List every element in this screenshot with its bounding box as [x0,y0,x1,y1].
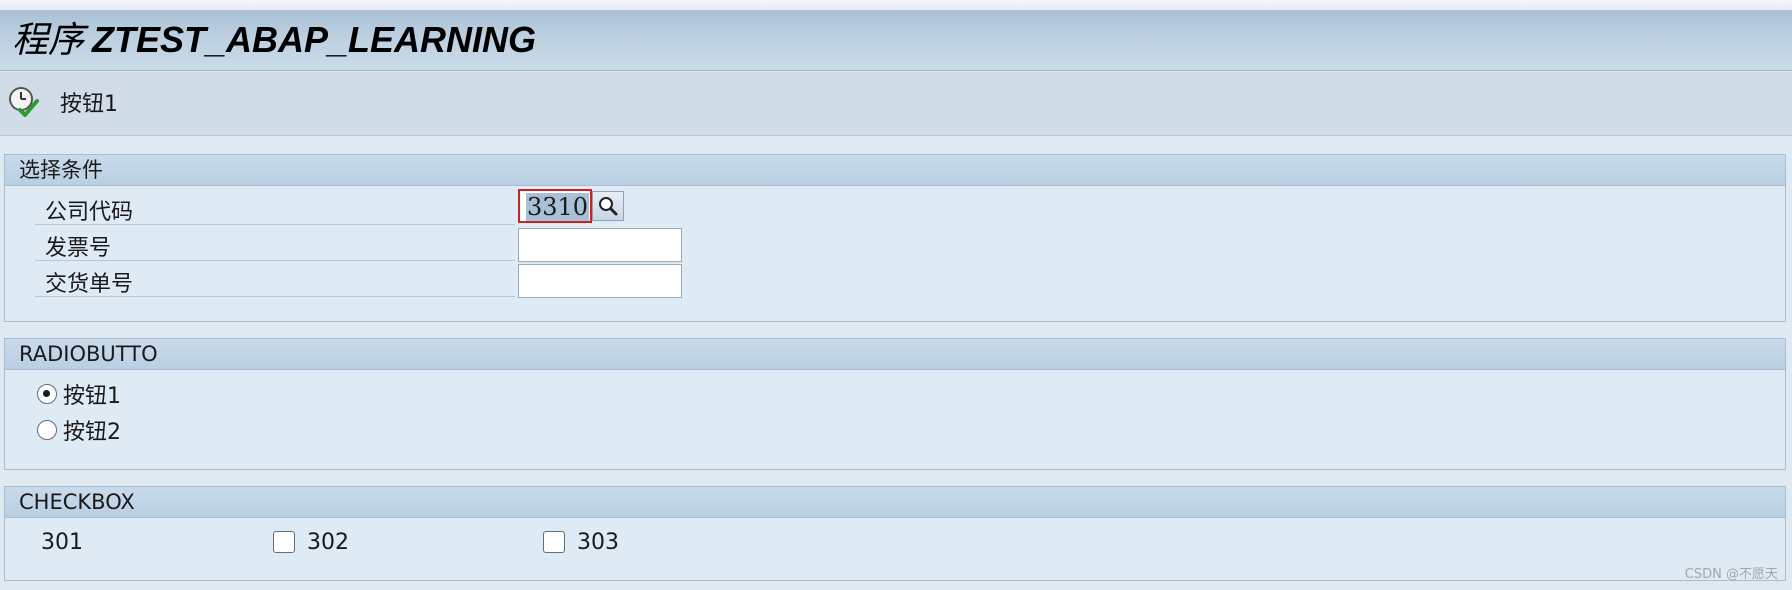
title-bar: 程序 ZTEST_ABAP_LEARNING [0,10,1792,71]
checkbox-block: CHECKBOX 301 302 303 [4,486,1786,581]
value-help-button[interactable] [592,191,624,221]
execute-button-label: 按钮1 [60,92,118,117]
selection-block: 选择条件 公司代码 发票号 交货单号 3310 [4,154,1786,322]
radio-option-2-label: 按钮2 [63,420,121,445]
checkbox-302[interactable] [273,531,295,553]
radio-button-2[interactable] [37,420,57,440]
checkbox-303[interactable] [543,531,565,553]
field-row-invoice-number: 发票号 [35,225,515,261]
radio-option-2[interactable]: 按钮2 [37,415,121,445]
application-toolbar: 按钮1 [0,72,1792,136]
radio-button-1[interactable] [37,384,57,404]
checkbox-item-303[interactable]: 303 [543,527,619,557]
radio-option-1[interactable]: 按钮1 [37,379,121,409]
field-row-company-code: 公司代码 [35,189,515,225]
radio-option-1-label: 按钮1 [63,384,121,409]
radio-block-title: RADIOBUTTO [5,339,1785,370]
program-name: ZTEST_ABAP_LEARNING [92,19,537,60]
field-row-delivery-number: 交货单号 [35,261,515,297]
clock-check-icon [6,84,42,120]
checkbox-303-label: 303 [577,529,619,555]
checkbox-301-label: 301 [41,529,83,555]
company-code-input[interactable]: 3310 [518,189,592,223]
company-code-label: 公司代码 [45,200,134,225]
checkbox-302-label: 302 [307,529,349,555]
selection-block-title: 选择条件 [5,155,1785,186]
delivery-number-label: 交货单号 [45,272,134,297]
program-title: 程序 ZTEST_ABAP_LEARNING [12,20,536,61]
company-code-value: 3310 [526,193,590,221]
invoice-number-label: 发票号 [45,236,112,261]
checkbox-item-301[interactable]: 301 [35,527,83,557]
checkbox-block-title: CHECKBOX [5,487,1785,518]
checkbox-item-302[interactable]: 302 [273,527,349,557]
watermark: CSDN @不愿天 [1684,567,1778,582]
execute-button[interactable]: 按钮1 [6,84,118,120]
delivery-number-input[interactable] [518,264,682,298]
radio-block: RADIOBUTTO 按钮1 按钮2 [4,338,1786,470]
invoice-number-input[interactable] [518,228,682,262]
title-prefix: 程序 [12,20,85,61]
